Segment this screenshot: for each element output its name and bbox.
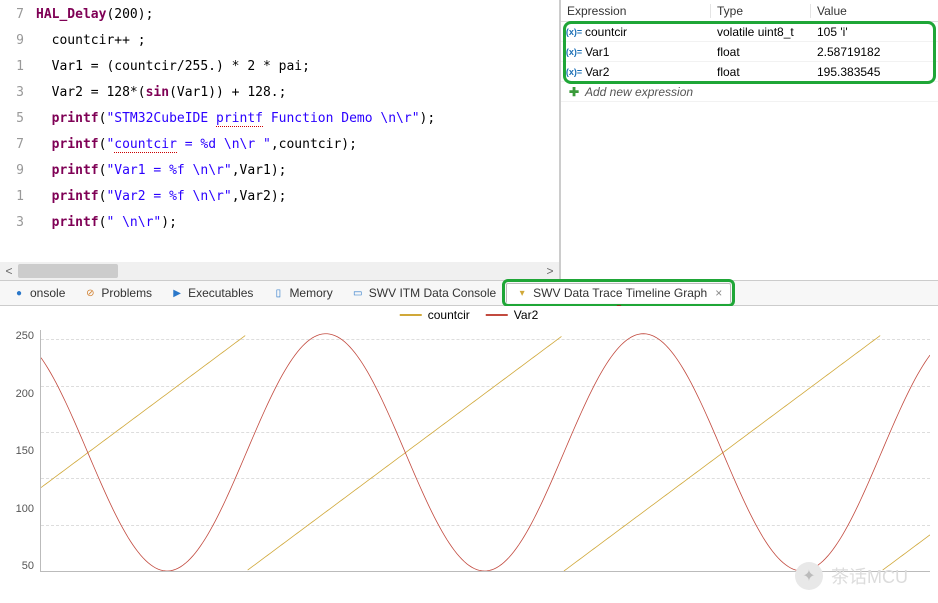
plot-area[interactable] xyxy=(40,330,930,572)
tab-icon: ▯ xyxy=(271,286,285,300)
expr-type: volatile uint8_t xyxy=(711,25,811,39)
scroll-right-arrow[interactable]: > xyxy=(541,262,559,280)
tab-label: onsole xyxy=(30,286,65,300)
tab-bar: ● onsole ⊘ Problems ▶ Executables ▯ Memory ▭ SWV … xyxy=(0,280,938,306)
scroll-left-arrow[interactable]: < xyxy=(0,262,18,280)
tab-problems[interactable]: ⊘ Problems xyxy=(75,284,160,302)
tab-label: SWV ITM Data Console xyxy=(369,286,496,300)
series-Var2 xyxy=(41,334,930,571)
legend-swatch-icon xyxy=(486,314,508,316)
tab-label: Memory xyxy=(289,286,332,300)
col-header-expression[interactable]: Expression xyxy=(561,4,711,18)
tab-memory[interactable]: ▯ Memory xyxy=(263,284,340,302)
expression-row[interactable]: (x)= Var2 float195.383545 xyxy=(561,62,938,82)
scroll-track[interactable] xyxy=(18,262,541,280)
expressions-body: (x)= countcir volatile uint8_t105 'i' (x)= V… xyxy=(561,22,938,102)
tab-icon: ▾ xyxy=(515,286,529,300)
col-header-type[interactable]: Type xyxy=(711,4,811,18)
y-tick-label: 150 xyxy=(0,445,38,457)
chart-area: countcir Var2 25020015010050 ✦ 茶话MCU xyxy=(0,306,938,602)
expressions-header: Expression Type Value xyxy=(561,0,938,22)
tab-onsole[interactable]: ● onsole xyxy=(4,284,73,302)
tab-icon: ▭ xyxy=(351,286,365,300)
close-icon[interactable]: × xyxy=(715,286,722,300)
y-axis: 250 200 150 100 50 xyxy=(0,330,38,572)
chart-legend: countcir Var2 xyxy=(400,308,539,322)
tab-executables[interactable]: ▶ Executables xyxy=(162,284,261,302)
h-scrollbar[interactable]: < > xyxy=(0,262,559,280)
y-tick-label: 250 xyxy=(0,330,38,342)
expr-type: float xyxy=(711,45,811,59)
legend-label: Var2 xyxy=(514,308,538,322)
code-editor[interactable]: 7HAL_Delay(200);9 countcir++ ;1 Var1 = (… xyxy=(0,0,560,280)
add-expression-label: Add new expression xyxy=(585,85,693,99)
y-tick-label: 200 xyxy=(0,388,38,400)
y-tick-label: 100 xyxy=(0,503,38,515)
y-tick-label: 50 xyxy=(0,560,38,572)
variable-icon: (x)= xyxy=(567,46,581,58)
expr-value: 105 'i' xyxy=(811,25,938,39)
expr-value: 195.383545 xyxy=(811,65,938,79)
tab-label: SWV Data Trace Timeline Graph xyxy=(533,286,707,300)
legend-item-var2: Var2 xyxy=(486,308,538,322)
legend-swatch-icon xyxy=(400,314,422,316)
code-text[interactable]: 7HAL_Delay(200);9 countcir++ ;1 Var1 = (… xyxy=(0,0,559,260)
series-countcir xyxy=(41,336,930,571)
tab-swv-itm-data-console[interactable]: ▭ SWV ITM Data Console xyxy=(343,284,504,302)
variable-icon: (x)= xyxy=(567,66,581,78)
col-header-value[interactable]: Value xyxy=(811,4,938,18)
variable-icon: (x)= xyxy=(567,26,581,38)
add-expression-row[interactable]: ✚ Add new expression xyxy=(561,82,938,102)
legend-label: countcir xyxy=(428,308,470,322)
expression-row[interactable]: (x)= countcir volatile uint8_t105 'i' xyxy=(561,22,938,42)
scroll-thumb[interactable] xyxy=(18,264,118,278)
expressions-panel: Expression Type Value (x)= countcir volati… xyxy=(560,0,938,280)
tab-icon: ⊘ xyxy=(83,286,97,300)
tab-label: Executables xyxy=(188,286,253,300)
expr-name: countcir xyxy=(585,25,627,39)
expr-name: Var1 xyxy=(585,45,609,59)
expr-value: 2.58719182 xyxy=(811,45,938,59)
tab-label: Problems xyxy=(101,286,152,300)
expression-row[interactable]: (x)= Var1 float2.58719182 xyxy=(561,42,938,62)
legend-item-countcir: countcir xyxy=(400,308,470,322)
tab-swv-data-trace-timeline-graph[interactable]: ▾ SWV Data Trace Timeline Graph × xyxy=(506,283,731,303)
tab-icon: ▶ xyxy=(170,286,184,300)
expr-name: Var2 xyxy=(585,65,609,79)
plus-icon: ✚ xyxy=(567,85,581,99)
expr-type: float xyxy=(711,65,811,79)
tab-icon: ● xyxy=(12,286,26,300)
